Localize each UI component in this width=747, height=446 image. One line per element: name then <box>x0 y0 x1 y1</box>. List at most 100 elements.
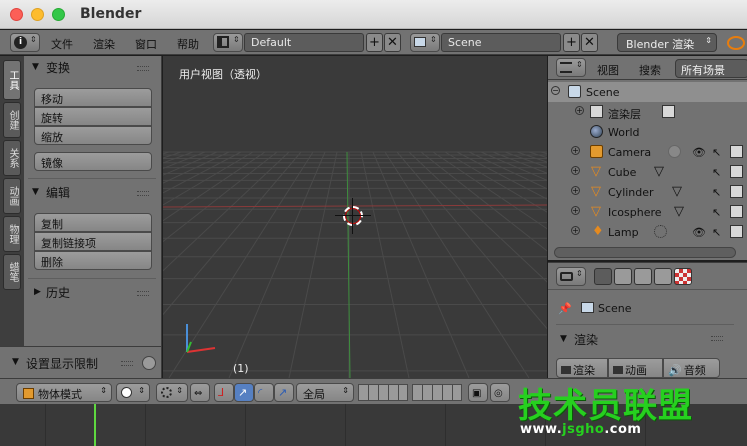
render-toggle-icon[interactable] <box>730 225 743 238</box>
eye-icon[interactable]: 👁 <box>692 226 706 239</box>
eye-icon[interactable]: 👁 <box>692 146 706 159</box>
pivot-point-dropdown[interactable]: ⇕ <box>156 383 188 402</box>
lamp-data-icon[interactable] <box>654 225 667 238</box>
panel-grip-icon[interactable] <box>137 191 149 196</box>
outliner-object-row[interactable]: + ▽ Icosphere ▽ ↖ <box>548 202 747 222</box>
render-image-button[interactable]: 渲染 <box>556 358 608 378</box>
duplicate-linked-button[interactable]: 复制链接项 <box>34 232 152 251</box>
render-engine-dropdown[interactable]: Blender 渲染 ⇕ <box>617 33 717 52</box>
panel-history-title[interactable]: 历史 <box>46 284 70 301</box>
tab-create[interactable]: 创建 <box>3 102 21 138</box>
render-toggle-icon[interactable] <box>730 185 743 198</box>
render-panel-title[interactable]: 渲染 <box>574 331 598 348</box>
outliner-scene-row[interactable]: − Scene <box>548 82 747 102</box>
render-audio-button[interactable]: 🔊 音频 <box>663 358 720 378</box>
camera-data-icon[interactable] <box>668 145 681 158</box>
render-layer-toggle-icon[interactable] <box>662 105 675 118</box>
zoom-window-button[interactable] <box>52 8 65 21</box>
toggle-circle-icon[interactable] <box>142 356 156 370</box>
close-window-button[interactable] <box>10 8 23 21</box>
outliner-horizontal-scrollbar[interactable] <box>554 247 736 258</box>
mirror-button[interactable]: 镜像 <box>34 152 152 171</box>
mesh-data-icon[interactable]: ▽ <box>674 204 684 219</box>
expand-icon[interactable]: + <box>575 106 584 115</box>
menu-help[interactable]: 帮助 <box>177 36 199 52</box>
rotate-mode-button[interactable]: ◜ <box>254 383 274 402</box>
menu-window[interactable]: 窗口 <box>135 36 157 52</box>
panel-grip-icon[interactable] <box>711 336 723 341</box>
outliner-view-menu[interactable]: 视图 <box>597 62 619 78</box>
tab-physics[interactable]: 物理 <box>3 216 21 252</box>
tab-relations[interactable]: 关系 <box>3 140 21 176</box>
duplicate-button[interactable]: 复制 <box>34 213 152 232</box>
rotate-button[interactable]: 旋转 <box>34 107 152 126</box>
timeline-playhead[interactable] <box>94 404 96 446</box>
outliner-object-row[interactable]: + ▽ Cylinder ▽ ↖ <box>548 182 747 202</box>
tab-tools[interactable]: 工具 <box>3 60 21 100</box>
outliner-object-row[interactable]: + ♦ Lamp 👁 ↖ <box>548 222 747 242</box>
render-context-camera-icon[interactable] <box>594 268 612 285</box>
menu-render[interactable]: 渲染 <box>93 36 115 52</box>
move-button[interactable]: 移动 <box>34 88 152 107</box>
expand-icon[interactable]: + <box>571 166 580 175</box>
render-toggle-icon[interactable] <box>730 145 743 158</box>
editor-type-button[interactable]: i ⇕ <box>10 33 40 52</box>
outliner-display-filter[interactable]: 所有场景 <box>675 59 747 78</box>
tab-animation[interactable]: 动画 <box>3 178 21 214</box>
properties-editor-type[interactable]: ⇕ <box>556 267 586 286</box>
remove-scene-button[interactable]: ✕ <box>581 33 598 52</box>
display-limits-title[interactable]: 设置显示限制 <box>26 355 98 372</box>
viewport-shading-dropdown[interactable]: ⇕ <box>116 383 150 402</box>
menu-file[interactable]: 文件 <box>51 36 73 52</box>
transform-orientation-dropdown[interactable]: 全局 ⇕ <box>296 383 354 402</box>
cursor-select-icon[interactable]: ↖ <box>712 226 721 239</box>
texture-context-icon[interactable] <box>674 268 692 285</box>
layers-grid-a[interactable] <box>358 384 408 401</box>
outliner-search-menu[interactable]: 搜索 <box>639 62 661 78</box>
layers-grid-b[interactable] <box>412 384 462 401</box>
cursor-select-icon[interactable]: ↖ <box>712 186 721 199</box>
outliner-object-row[interactable]: + Camera 👁 ↖ <box>548 142 747 162</box>
delete-button[interactable]: 删除 <box>34 251 152 270</box>
render-toggle-icon[interactable] <box>730 165 743 178</box>
mesh-data-icon[interactable]: ▽ <box>654 164 664 179</box>
render-layers-context-icon[interactable] <box>614 268 632 285</box>
screen-layout-field[interactable]: Default <box>244 33 364 52</box>
remove-screen-button[interactable]: ✕ <box>384 33 401 52</box>
panel-grip-icon[interactable] <box>121 361 133 366</box>
outliner[interactable]: − Scene + 渲染层 World + Camera 👁 ↖ + ▽ Cub… <box>548 80 747 260</box>
mesh-data-icon[interactable]: ▽ <box>672 184 682 199</box>
proportional-edit-button[interactable]: ◎ <box>490 383 510 402</box>
expand-icon[interactable]: + <box>571 226 580 235</box>
screen-layout-selector[interactable]: ⇕ <box>213 33 243 52</box>
pin-icon[interactable]: 📌 <box>558 302 572 315</box>
outliner-world-row[interactable]: World <box>548 122 747 142</box>
panel-grip-icon[interactable] <box>137 291 149 296</box>
render-toggle-icon[interactable] <box>730 205 743 218</box>
add-scene-button[interactable]: + <box>563 33 580 52</box>
expand-icon[interactable]: + <box>571 146 580 155</box>
translate-manipulator-button[interactable]: ⅃ <box>214 383 234 402</box>
cursor-select-icon[interactable]: ↖ <box>712 166 721 179</box>
collapse-icon[interactable]: − <box>551 86 560 95</box>
outliner-object-row[interactable]: + ▽ Cube ▽ ↖ <box>548 162 747 182</box>
scene-field[interactable]: Scene <box>441 33 561 52</box>
3d-viewport[interactable]: 用户视图（透视） (1) <box>163 56 547 378</box>
expand-icon[interactable]: + <box>571 186 580 195</box>
expand-icon[interactable]: + <box>571 206 580 215</box>
outliner-render-layers-row[interactable]: + 渲染层 <box>548 102 747 122</box>
panel-edit-title[interactable]: 编辑 <box>46 184 70 201</box>
panel-transform-title[interactable]: 变换 <box>46 59 70 76</box>
cursor-select-icon[interactable]: ↖ <box>712 146 721 159</box>
outliner-editor-type[interactable]: ⇕ <box>556 58 586 77</box>
mode-dropdown[interactable]: 物体模式 ⇕ <box>16 383 112 402</box>
scene-context-icon[interactable] <box>634 268 652 285</box>
manipulator-toggle[interactable]: ⇔ <box>190 383 210 402</box>
minimize-window-button[interactable] <box>31 8 44 21</box>
world-context-icon[interactable] <box>654 268 672 285</box>
cursor-select-icon[interactable]: ↖ <box>712 206 721 219</box>
translate-mode-button[interactable]: ↗ <box>234 383 254 402</box>
layer-lock-button[interactable]: ▣ <box>468 383 488 402</box>
add-screen-button[interactable]: + <box>366 33 383 52</box>
panel-grip-icon[interactable] <box>137 66 149 71</box>
